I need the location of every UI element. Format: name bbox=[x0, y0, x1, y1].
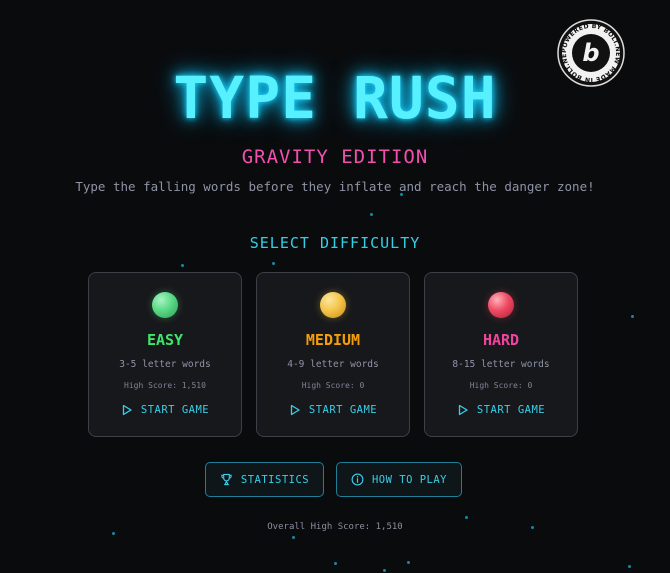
difficulty-card-hard[interactable]: HARD 8-15 letter words High Score: 0 STA… bbox=[424, 272, 578, 437]
particle bbox=[370, 213, 373, 216]
particle bbox=[272, 262, 275, 265]
how-to-play-label: HOW TO PLAY bbox=[371, 473, 448, 486]
difficulty-description: 4-9 letter words bbox=[287, 359, 379, 370]
how-to-play-button[interactable]: HOW TO PLAY bbox=[336, 462, 462, 497]
particle bbox=[292, 536, 295, 539]
start-game-label: START GAME bbox=[476, 404, 546, 416]
difficulty-name: MEDIUM bbox=[305, 331, 361, 349]
info-icon bbox=[351, 473, 364, 486]
particle bbox=[407, 561, 410, 564]
statistics-button[interactable]: STATISTICS bbox=[205, 462, 324, 497]
start-game-label: START GAME bbox=[140, 404, 210, 416]
particle bbox=[112, 532, 115, 535]
game-menu-screen: POWERED BY BOLT.NEW MADE IN BOLT.NEW b T… bbox=[0, 0, 670, 573]
particle bbox=[383, 569, 386, 572]
overall-high-score: Overall High Score: 1,510 bbox=[267, 522, 403, 532]
difficulty-high-score: High Score: 0 bbox=[301, 381, 365, 390]
difficulty-high-score: High Score: 1,510 bbox=[124, 381, 206, 390]
hard-orb-icon bbox=[488, 292, 514, 318]
start-game-button-medium[interactable]: START GAME bbox=[257, 404, 409, 416]
game-title: TYPE RUSH bbox=[173, 64, 497, 132]
particle bbox=[465, 516, 468, 519]
medium-orb-icon bbox=[320, 292, 346, 318]
start-game-label: START GAME bbox=[308, 404, 378, 416]
game-tagline: Type the falling words before they infla… bbox=[75, 179, 595, 194]
difficulty-high-score: High Score: 0 bbox=[469, 381, 533, 390]
start-game-button-easy[interactable]: START GAME bbox=[89, 404, 241, 416]
difficulty-name: HARD bbox=[482, 331, 520, 349]
play-icon bbox=[290, 404, 300, 416]
particle bbox=[334, 562, 337, 565]
particle bbox=[181, 264, 184, 267]
select-difficulty-heading: SELECT DIFFICULTY bbox=[249, 234, 421, 252]
play-icon bbox=[458, 404, 468, 416]
difficulty-card-medium[interactable]: MEDIUM 4-9 letter words High Score: 0 ST… bbox=[256, 272, 410, 437]
difficulty-description: 3-5 letter words bbox=[119, 359, 211, 370]
difficulty-description: 8-15 letter words bbox=[452, 359, 550, 370]
particle bbox=[628, 565, 631, 568]
easy-orb-icon bbox=[152, 292, 178, 318]
start-game-button-hard[interactable]: START GAME bbox=[425, 404, 577, 416]
game-subtitle: GRAVITY EDITION bbox=[241, 146, 429, 168]
particle bbox=[631, 315, 634, 318]
play-icon bbox=[122, 404, 132, 416]
difficulty-card-easy[interactable]: EASY 3-5 letter words High Score: 1,510 … bbox=[88, 272, 242, 437]
trophy-icon bbox=[221, 473, 232, 486]
difficulty-name: EASY bbox=[146, 331, 184, 349]
statistics-label: STATISTICS bbox=[240, 473, 310, 486]
